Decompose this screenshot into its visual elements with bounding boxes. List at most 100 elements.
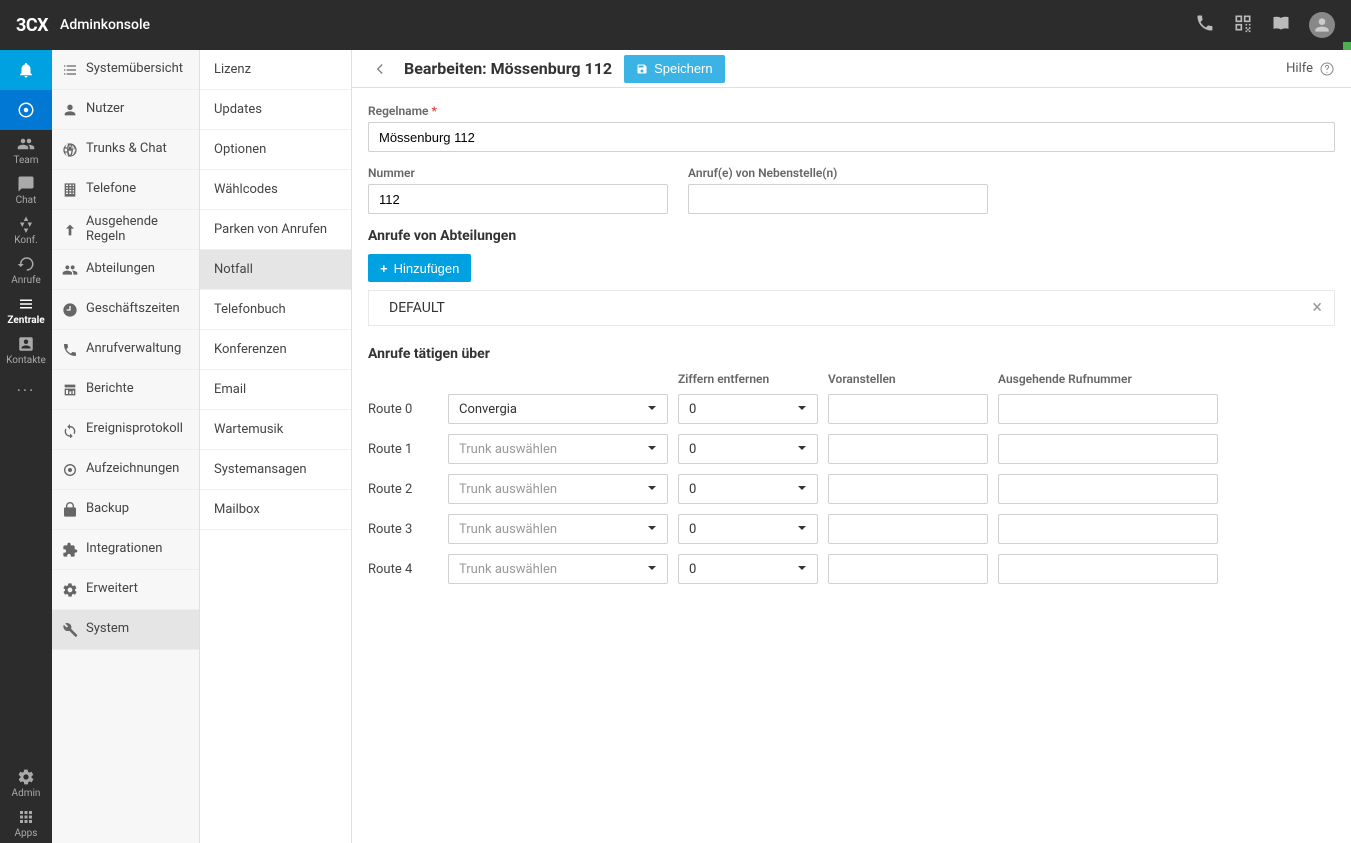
sidebar1-item-12[interactable]: Integrationen <box>52 530 199 570</box>
rail-apps[interactable]: Apps <box>0 803 52 843</box>
sidebar2-item-2[interactable]: Optionen <box>200 130 351 170</box>
digits-select[interactable]: 0 <box>678 474 818 504</box>
rail-team[interactable]: Team <box>0 130 52 170</box>
sidebar2-item-4[interactable]: Parken von Anrufen <box>200 210 351 250</box>
save-button[interactable]: Speichern <box>624 55 725 83</box>
sidebar1-item-13[interactable]: Erweitert <box>52 570 199 610</box>
rail-chrome[interactable] <box>0 90 52 130</box>
route-row-1: Route 1Trunk auswählen0 <box>368 434 1335 464</box>
header-outnum: Ausgehende Rufnummer <box>998 372 1218 386</box>
outnum-input[interactable] <box>998 434 1218 464</box>
sidebar1-item-3[interactable]: Telefone <box>52 170 199 210</box>
route-row-2: Route 2 Trunk auswählen 0 <box>368 474 1335 504</box>
save-label: Speichern <box>654 61 713 76</box>
rulename-input[interactable] <box>368 122 1335 152</box>
rail-label: Admin <box>12 788 41 799</box>
back-button[interactable] <box>368 57 392 81</box>
sidebar2-item-3[interactable]: Wählcodes <box>200 170 351 210</box>
rail-contacts[interactable]: Kontakte <box>0 330 52 370</box>
user-avatar[interactable] <box>1309 12 1335 38</box>
sidebar1-item-8[interactable]: Berichte <box>52 370 199 410</box>
rail-admin[interactable]: Admin <box>0 763 52 803</box>
prepend-input[interactable] <box>828 514 988 544</box>
number-label: Nummer <box>368 166 668 180</box>
digits-select[interactable]: 0 <box>678 514 818 544</box>
left-rail: Team Chat Konf. Anrufe Zentrale Kontakte… <box>0 50 52 843</box>
outnum-input[interactable] <box>998 554 1218 584</box>
book-icon[interactable] <box>1271 13 1291 37</box>
sidebar2-item-6[interactable]: Telefonbuch <box>200 290 351 330</box>
help-link[interactable]: Hilfe <box>1286 61 1335 77</box>
outnum-input[interactable] <box>998 394 1218 424</box>
ext-label: Anruf(e) von Nebenstelle(n) <box>688 166 988 180</box>
sidebar2-item-0[interactable]: Lizenz <box>200 50 351 90</box>
trunk-select[interactable]: Trunk auswählen <box>448 514 668 544</box>
route-label: Route 4 <box>368 562 438 577</box>
help-label: Hilfe <box>1286 61 1313 76</box>
add-dept-button[interactable]: + Hinzufügen <box>368 254 471 282</box>
qr-icon[interactable] <box>1233 13 1253 37</box>
prepend-input[interactable] <box>828 394 988 424</box>
rail-conf[interactable]: Konf. <box>0 210 52 250</box>
outnum-input[interactable] <box>998 474 1218 504</box>
route-label: Route 3 <box>368 522 438 537</box>
chevron-down-icon <box>647 442 657 457</box>
rail-calls[interactable]: Anrufe <box>0 250 52 290</box>
sidebar2-item-7[interactable]: Konferenzen <box>200 330 351 370</box>
sidebar1-item-7[interactable]: Anrufverwaltung <box>52 330 199 370</box>
chevron-down-icon <box>797 442 807 457</box>
rail-chat[interactable]: Chat <box>0 170 52 210</box>
sidebar2-item-11[interactable]: Mailbox <box>200 490 351 530</box>
rulename-label: Regelname * <box>368 104 1335 118</box>
sidebar2-item-1[interactable]: Updates <box>200 90 351 130</box>
chevron-down-icon <box>647 522 657 537</box>
trunk-select[interactable]: Trunk auswählen <box>448 434 668 464</box>
sidebar1-label: Telefone <box>86 182 136 196</box>
digits-select[interactable]: 0 <box>678 434 818 464</box>
number-input[interactable] <box>368 184 668 214</box>
rail-alerts[interactable] <box>0 50 52 90</box>
sidebar1-label: Integrationen <box>86 542 162 556</box>
remove-dept-icon[interactable]: × <box>1312 299 1322 317</box>
status-indicator <box>1343 42 1351 50</box>
sidebar1-label: Ausgehende Regeln <box>86 215 189 244</box>
digits-select[interactable]: 0 <box>678 394 818 424</box>
sidebar2-label: Wählcodes <box>214 182 278 197</box>
prepend-input[interactable] <box>828 474 988 504</box>
sidebar1-item-6[interactable]: Geschäftszeiten <box>52 290 199 330</box>
sidebar1-label: System <box>86 622 129 636</box>
sidebar1-item-4[interactable]: Ausgehende Regeln <box>52 210 199 250</box>
rail-label: Anrufe <box>11 275 41 286</box>
trunk-select[interactable]: Trunk auswählen <box>448 554 668 584</box>
trunk-select[interactable]: Trunk auswählen <box>448 474 668 504</box>
sidebar1-item-2[interactable]: Trunks & Chat <box>52 130 199 170</box>
sidebar1-item-1[interactable]: Nutzer <box>52 90 199 130</box>
sidebar2-item-9[interactable]: Wartemusik <box>200 410 351 450</box>
sidebar1-item-14[interactable]: System <box>52 610 199 650</box>
ext-input[interactable] <box>688 184 988 214</box>
chevron-down-icon <box>797 562 807 577</box>
sidebar1-item-5[interactable]: Abteilungen <box>52 250 199 290</box>
header-prepend: Voranstellen <box>828 372 988 386</box>
rail-label: Kontakte <box>6 355 46 366</box>
page-title: Bearbeiten: Mössenburg 112 <box>404 59 612 78</box>
sidebar1-item-10[interactable]: Aufzeichnungen <box>52 450 199 490</box>
digits-select[interactable]: 0 <box>678 554 818 584</box>
rail-zentrale[interactable]: Zentrale <box>0 290 52 330</box>
sidebar2-item-5[interactable]: Notfall <box>200 250 351 290</box>
phone-icon[interactable] <box>1195 13 1215 37</box>
prepend-input[interactable] <box>828 554 988 584</box>
route-label: Route 2 <box>368 482 438 497</box>
prepend-input[interactable] <box>828 434 988 464</box>
sidebar2-label: Updates <box>214 102 262 117</box>
outnum-input[interactable] <box>998 514 1218 544</box>
trunk-select[interactable]: Convergia <box>448 394 668 424</box>
sidebar1-item-0[interactable]: Systemübersicht <box>52 50 199 90</box>
sidebar2-item-8[interactable]: Email <box>200 370 351 410</box>
sidebar1-item-11[interactable]: Backup <box>52 490 199 530</box>
logo: 3CX <box>16 15 48 36</box>
sidebar2-item-10[interactable]: Systemansagen <box>200 450 351 490</box>
sidebar1-item-9[interactable]: Ereignisprotokoll <box>52 410 199 450</box>
chevron-down-icon <box>647 402 657 417</box>
rail-more[interactable]: ··· <box>0 370 52 410</box>
